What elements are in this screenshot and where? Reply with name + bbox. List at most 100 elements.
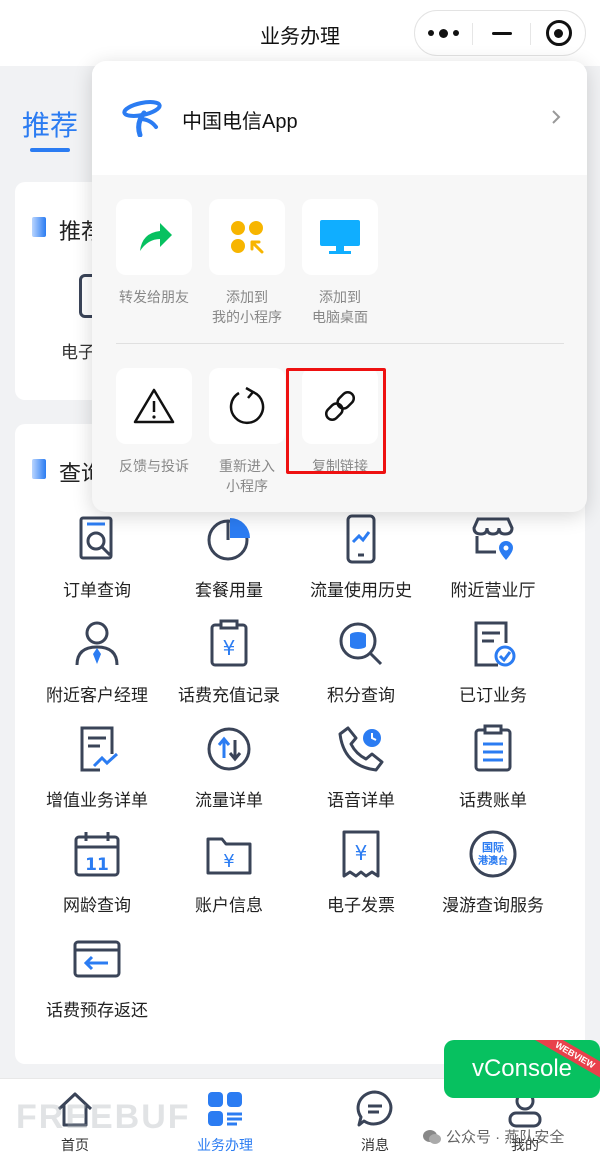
item-label: 附近客户经理 — [46, 686, 148, 705]
item-label: 订单查询 — [63, 581, 131, 600]
desktop-icon — [320, 220, 360, 254]
minimize-button[interactable] — [473, 11, 530, 55]
add-to-desktop[interactable]: 添加到 电脑桌面 — [302, 199, 378, 327]
wechat-icon — [423, 1129, 441, 1144]
menu-label: 重新进入 小程序 — [219, 458, 275, 494]
item-data-detail[interactable]: 流量详单 — [163, 724, 295, 824]
svg-text:¥: ¥ — [223, 851, 234, 872]
calendar-icon: 11 — [74, 832, 120, 877]
query-card: 查询 订单查询 套餐用量 流量使用历史 附近营业厅 附近客户经理 ¥ 话费充值记… — [15, 424, 585, 1064]
item-label: 流量使用历史 — [310, 581, 412, 600]
menu-label: 反馈与投诉 — [119, 458, 189, 474]
item-recharge-record[interactable]: ¥ 话费充值记录 — [163, 619, 295, 719]
item-label: 流量详单 — [195, 791, 263, 810]
item-label: 账户信息 — [195, 896, 263, 915]
wechat-source: 公众号 · 燕队安全 — [422, 1126, 564, 1147]
subscribed-icon — [474, 621, 516, 667]
vconsole-button[interactable]: vConsole WEBVIEW — [444, 1040, 600, 1098]
feedback-complaint[interactable]: 反馈与投诉 — [116, 368, 192, 476]
item-subscribed[interactable]: 已订业务 — [427, 619, 559, 719]
forward-icon — [140, 223, 172, 251]
order-search-icon — [79, 516, 113, 560]
item-points-search[interactable]: 积分查询 — [295, 619, 427, 719]
vconsole-label: vConsole — [471, 1055, 573, 1082]
item-nearby-manager[interactable]: 附近客户经理 — [31, 619, 163, 719]
data-detail-icon — [207, 727, 251, 771]
more-dots-icon — [428, 28, 459, 38]
freebuf-watermark: FREEBUF — [16, 1098, 191, 1136]
top-bar: 业务办理 — [0, 0, 600, 66]
re-enter-mini-program[interactable]: 重新进入 小程序 — [209, 368, 285, 496]
item-value-added-detail[interactable]: 增值业务详单 — [31, 724, 163, 824]
reload-icon — [229, 386, 265, 425]
item-label: 漫游查询服务 — [442, 896, 544, 915]
item-network-age[interactable]: 11 网龄查询 — [31, 829, 163, 929]
svg-text:¥: ¥ — [355, 841, 368, 865]
menu-label: 添加到 我的小程序 — [212, 289, 282, 325]
menu-label: 添加到 电脑桌面 — [312, 289, 368, 325]
minimize-icon — [491, 31, 512, 35]
more-button[interactable] — [415, 11, 472, 55]
item-account-info[interactable]: ¥ 账户信息 — [163, 829, 295, 929]
item-prepay-return[interactable]: 话费预存返还 — [31, 934, 163, 1034]
item-data-history[interactable]: 流量使用历史 — [295, 514, 427, 614]
item-label: 语音详单 — [327, 791, 395, 810]
forward-to-friend[interactable]: 转发给朋友 — [116, 199, 192, 307]
svg-text:11: 11 — [85, 855, 109, 875]
item-label: 话费充值记录 — [178, 686, 280, 705]
message-icon — [356, 1090, 393, 1127]
points-search-icon — [339, 622, 383, 666]
tab-active-indicator — [30, 148, 70, 152]
item-label: 积分查询 — [327, 686, 395, 705]
add-to-my-mini-programs[interactable]: 添加到 我的小程序 — [209, 199, 285, 327]
item-bill[interactable]: 话费账单 — [427, 724, 559, 824]
item-label: 增值业务详单 — [46, 791, 148, 810]
app-name: 中国电信App — [182, 111, 298, 133]
warning-icon — [133, 388, 175, 424]
wechat-source-text: 公众号 · 燕队安全 — [446, 1129, 565, 1146]
item-roaming[interactable]: 国际 港澳台 漫游查询服务 — [427, 829, 559, 929]
close-target-icon — [545, 20, 572, 46]
close-mini-program-button[interactable] — [530, 11, 587, 55]
item-nearby-store[interactable]: 附近营业厅 — [427, 514, 559, 614]
menu-divider — [116, 343, 564, 344]
item-package-usage[interactable]: 套餐用量 — [163, 514, 295, 614]
account-folder-icon: ¥ — [206, 837, 252, 875]
menu-label: 转发给朋友 — [119, 289, 189, 305]
prepay-return-icon — [73, 940, 121, 978]
section-bar — [32, 459, 46, 479]
add-mini-program-icon — [231, 221, 264, 254]
item-label: 附近营业厅 — [450, 581, 536, 600]
app-entry[interactable]: 中国电信App — [92, 61, 587, 175]
item-label: 电子发票 — [327, 896, 395, 915]
item-order-search[interactable]: 订单查询 — [31, 514, 163, 614]
tab-recommended[interactable]: 推荐 — [22, 104, 78, 144]
item-label: 已订业务 — [459, 686, 527, 705]
nav-messages[interactable]: 消息 — [300, 1079, 450, 1160]
bill-icon — [474, 724, 512, 772]
item-label: 套餐用量 — [195, 581, 263, 600]
svg-text:¥: ¥ — [223, 636, 236, 660]
nav-label: 业务办理 — [197, 1137, 253, 1153]
svg-text:国际: 国际 — [482, 840, 504, 854]
chevron-right-icon — [552, 110, 561, 124]
section-bar — [32, 217, 46, 237]
item-voice-detail[interactable]: 语音详单 — [295, 724, 427, 824]
value-added-icon — [80, 726, 119, 772]
phone-chart-icon — [346, 514, 376, 564]
svg-text:港澳台: 港澳台 — [478, 854, 508, 867]
invoice-icon: ¥ — [342, 830, 380, 878]
item-label: 话费预存返还 — [46, 1001, 148, 1020]
recharge-record-icon: ¥ — [210, 619, 248, 667]
item-label: 话费账单 — [459, 791, 527, 810]
voice-detail-icon — [338, 726, 384, 772]
manager-icon — [75, 621, 119, 666]
nav-label: 首页 — [61, 1137, 89, 1153]
copy-link-highlight-box — [286, 368, 386, 474]
item-e-invoice[interactable]: ¥ 电子发票 — [295, 829, 427, 929]
mini-program-capsule — [414, 10, 586, 56]
china-telecom-logo-icon — [122, 100, 162, 137]
apps-icon — [208, 1092, 242, 1126]
roaming-icon: 国际港澳台 — [469, 830, 517, 878]
store-location-icon — [472, 517, 514, 560]
